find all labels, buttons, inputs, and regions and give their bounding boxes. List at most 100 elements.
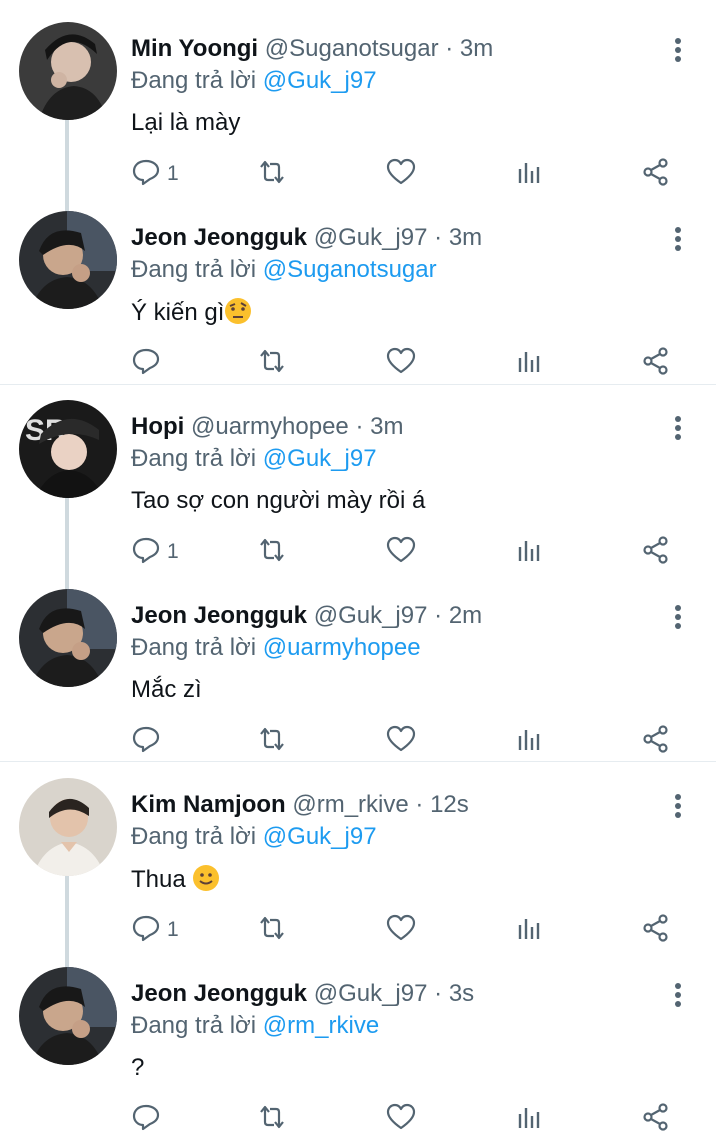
tweet-header: Hopi @uarmyhopee · 3m xyxy=(131,413,403,441)
analytics-button[interactable] xyxy=(515,345,545,381)
tweet-text: Ý kiến gì xyxy=(131,297,252,328)
tweet-header: Jeon Jeongguk @Guk_j97 · 3m xyxy=(131,224,482,252)
tweet[interactable]: Jeon Jeongguk @Guk_j97 · 2m Đang trả lời… xyxy=(0,589,716,757)
reply-button[interactable]: 1 xyxy=(131,156,179,192)
author-handle[interactable]: @Suganotsugar xyxy=(265,35,439,62)
more-vertical-icon[interactable] xyxy=(664,792,692,820)
tweet[interactable]: SR Hopi @uarmyhopee · 3m Đang trả lời @G… xyxy=(0,400,716,590)
author-handle[interactable]: @Guk_j97 xyxy=(314,224,428,251)
author-handle[interactable]: @Guk_j97 xyxy=(314,602,428,629)
separator: · xyxy=(445,35,454,62)
tweet-text-content: Thua xyxy=(131,866,193,893)
replying-to-label: Đang trả lời xyxy=(131,445,257,472)
heart-icon xyxy=(386,157,416,192)
tweet[interactable]: Jeon Jeongguk @Guk_j97 · 3s Đang trả lời… xyxy=(0,967,716,1132)
separator: · xyxy=(434,602,443,629)
more-vertical-icon[interactable] xyxy=(664,225,692,253)
author-name[interactable]: Jeon Jeongguk xyxy=(131,980,307,1007)
separator: · xyxy=(355,413,364,440)
avatar[interactable] xyxy=(19,589,117,687)
retweet-icon xyxy=(257,1102,287,1137)
tweet-text: Mắc zì xyxy=(131,676,202,703)
timestamp[interactable]: 3m xyxy=(460,35,493,62)
tweet-text: Tao sợ con người mày rồi á xyxy=(131,487,426,514)
analytics-button[interactable] xyxy=(515,534,545,570)
reply-icon xyxy=(131,724,161,759)
retweet-button[interactable] xyxy=(257,912,287,948)
action-bar xyxy=(131,345,691,381)
replying-to: Đang trả lời @Guk_j97 xyxy=(131,823,377,851)
tweet-header: Min Yoongi @Suganotsugar · 3m xyxy=(131,35,493,63)
tweet-header: Jeon Jeongguk @Guk_j97 · 2m xyxy=(131,602,482,630)
author-name[interactable]: Kim Namjoon xyxy=(131,791,286,818)
share-button[interactable] xyxy=(641,156,671,192)
more-vertical-icon[interactable] xyxy=(664,603,692,631)
timestamp[interactable]: 3m xyxy=(370,413,403,440)
share-button[interactable] xyxy=(641,534,671,570)
tweet[interactable]: Jeon Jeongguk @Guk_j97 · 3m Đang trả lời… xyxy=(0,211,716,379)
avatar[interactable] xyxy=(19,211,117,309)
mention-link[interactable]: @uarmyhopee xyxy=(263,634,421,661)
retweet-button[interactable] xyxy=(257,534,287,570)
share-button[interactable] xyxy=(641,345,671,381)
timestamp[interactable]: 12s xyxy=(430,791,469,818)
author-name[interactable]: Min Yoongi xyxy=(131,35,258,62)
analytics-button[interactable] xyxy=(515,912,545,948)
tweet[interactable]: Kim Namjoon @rm_rkive · 12s Đang trả lời… xyxy=(0,778,716,968)
more-vertical-icon[interactable] xyxy=(664,36,692,64)
tweet[interactable]: Min Yoongi @Suganotsugar · 3m Đang trả l… xyxy=(0,22,716,212)
like-button[interactable] xyxy=(386,156,416,192)
mention-link[interactable]: @rm_rkive xyxy=(263,1012,379,1039)
reply-button[interactable] xyxy=(131,345,167,381)
heart-icon xyxy=(386,724,416,759)
reply-button[interactable]: 1 xyxy=(131,912,179,948)
author-name[interactable]: Jeon Jeongguk xyxy=(131,602,307,629)
share-icon xyxy=(641,535,671,570)
more-vertical-icon[interactable] xyxy=(664,981,692,1009)
analytics-icon xyxy=(515,724,545,759)
mention-link[interactable]: @Suganotsugar xyxy=(263,256,437,283)
separator: · xyxy=(434,224,443,251)
reply-button[interactable] xyxy=(131,723,167,759)
reply-icon xyxy=(131,535,161,570)
author-handle[interactable]: @uarmyhopee xyxy=(191,413,349,440)
like-button[interactable] xyxy=(386,534,416,570)
separator: · xyxy=(415,791,424,818)
reply-count: 1 xyxy=(167,540,179,563)
timestamp[interactable]: 2m xyxy=(449,602,482,629)
action-bar: 1 xyxy=(131,534,691,570)
analytics-button[interactable] xyxy=(515,156,545,192)
timestamp[interactable]: 3s xyxy=(449,980,474,1007)
share-button[interactable] xyxy=(641,723,671,759)
mention-link[interactable]: @Guk_j97 xyxy=(263,823,377,850)
share-icon xyxy=(641,1102,671,1137)
analytics-icon xyxy=(515,535,545,570)
author-handle[interactable]: @Guk_j97 xyxy=(314,980,428,1007)
tweet-text: ? xyxy=(131,1054,145,1081)
like-button[interactable] xyxy=(386,345,416,381)
timestamp[interactable]: 3m xyxy=(449,224,482,251)
more-vertical-icon[interactable] xyxy=(664,414,692,442)
mention-link[interactable]: @Guk_j97 xyxy=(263,67,377,94)
raised-eyebrow-emoji xyxy=(224,297,252,325)
reply-button[interactable]: 1 xyxy=(131,534,179,570)
analytics-icon xyxy=(515,157,545,192)
analytics-icon xyxy=(515,913,545,948)
retweet-button[interactable] xyxy=(257,156,287,192)
like-button[interactable] xyxy=(386,723,416,759)
mention-link[interactable]: @Guk_j97 xyxy=(263,445,377,472)
author-name[interactable]: Jeon Jeongguk xyxy=(131,224,307,251)
author-name[interactable]: Hopi xyxy=(131,413,184,440)
replying-to-label: Đang trả lời xyxy=(131,634,257,661)
avatar[interactable] xyxy=(19,778,117,876)
retweet-button[interactable] xyxy=(257,345,287,381)
avatar[interactable] xyxy=(19,967,117,1065)
retweet-button[interactable] xyxy=(257,723,287,759)
avatar[interactable]: SR xyxy=(19,400,117,498)
analytics-button[interactable] xyxy=(515,723,545,759)
avatar[interactable] xyxy=(19,22,117,120)
like-button[interactable] xyxy=(386,912,416,948)
tweet-header: Jeon Jeongguk @Guk_j97 · 3s xyxy=(131,980,474,1008)
share-button[interactable] xyxy=(641,912,671,948)
author-handle[interactable]: @rm_rkive xyxy=(292,791,408,818)
